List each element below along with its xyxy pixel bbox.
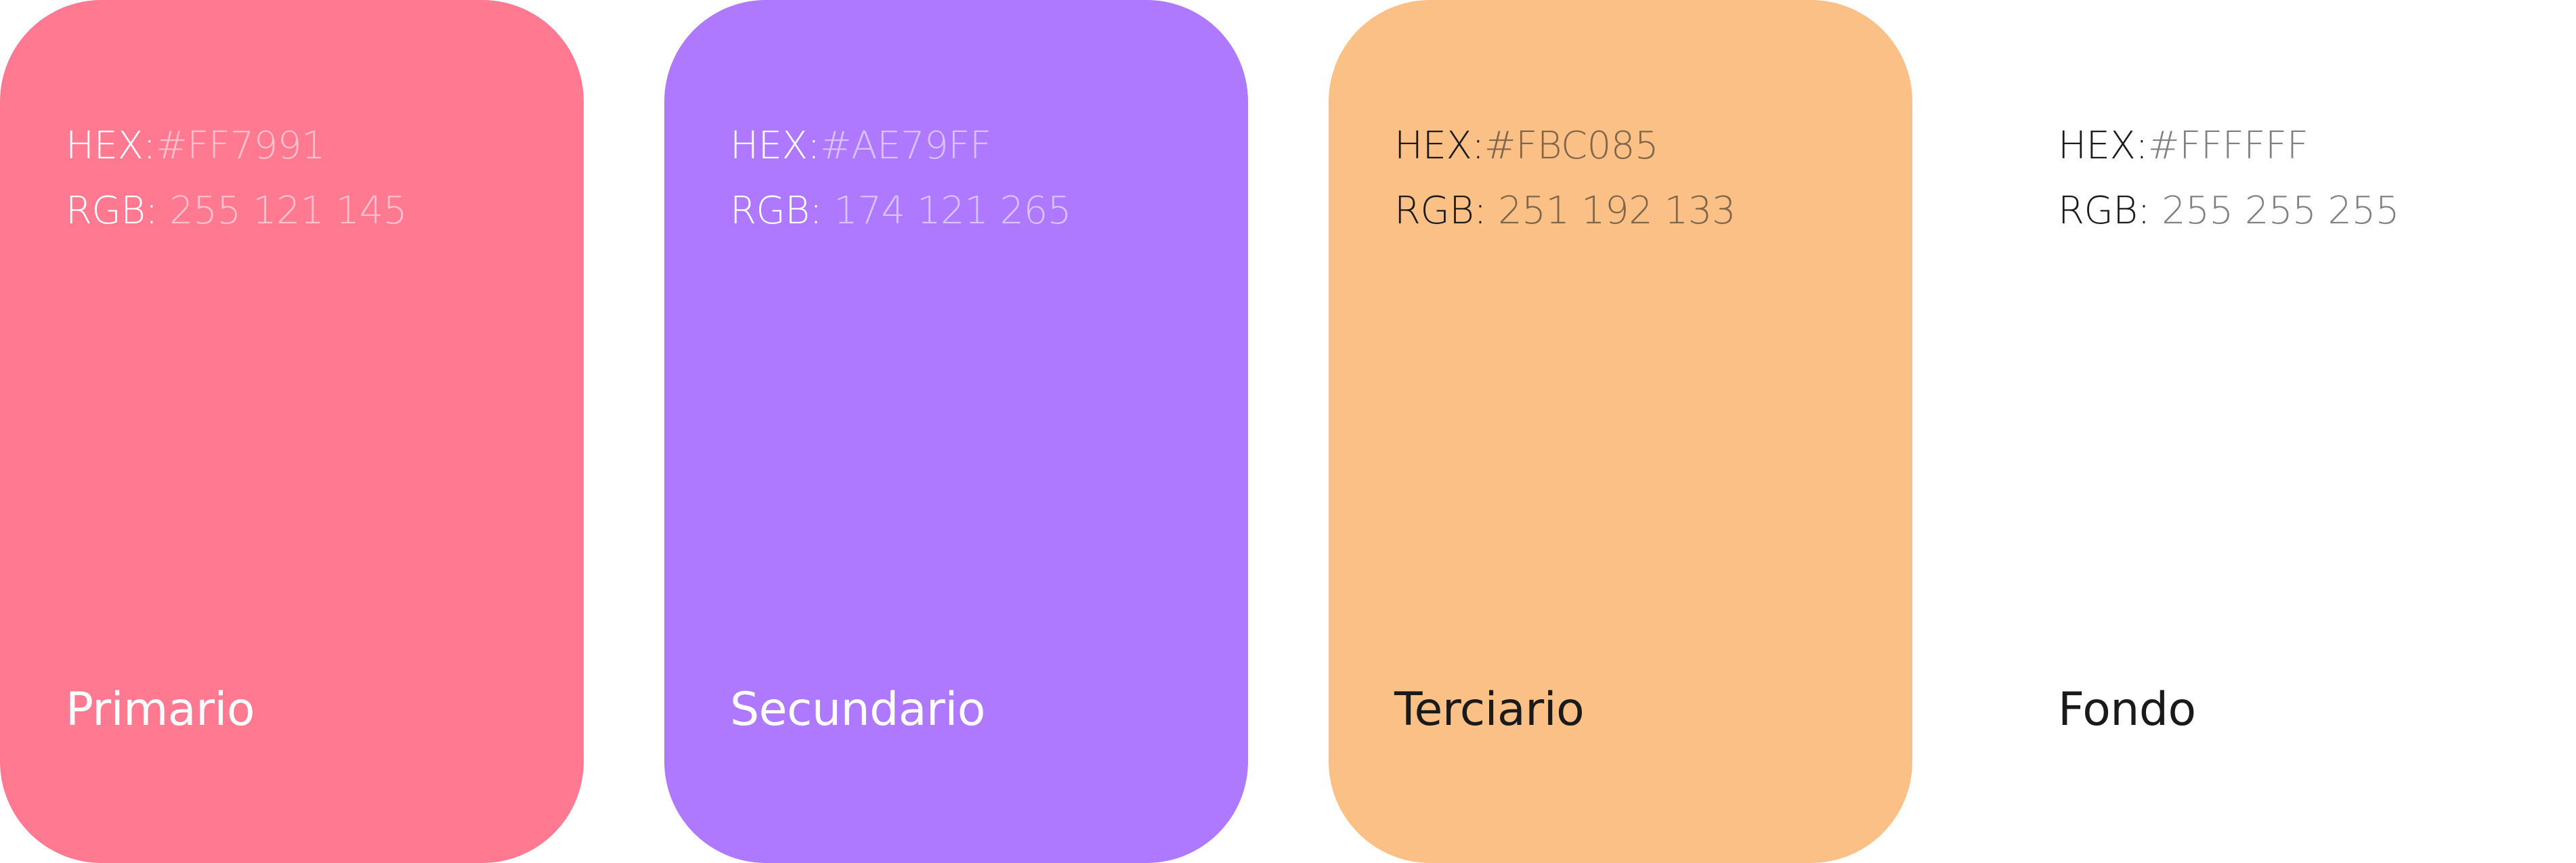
rgb-code: RGB: 251 192 133: [1394, 192, 1736, 230]
swatch-name: Secundario: [730, 683, 985, 736]
swatch-name: Terciario: [1394, 683, 1585, 736]
color-palette: HEX:#FF7991 RGB: 255 121 145 Primario HE…: [0, 0, 2576, 863]
hex-label: HEX:: [1394, 124, 1484, 168]
rgb-code: RGB: 174 121 265: [730, 192, 1071, 230]
hex-label: HEX:: [2058, 124, 2148, 168]
hex-label: HEX:: [66, 124, 156, 168]
rgb-value: 255 255 255: [2149, 189, 2399, 233]
hex-value: #FFFFFF: [2147, 124, 2309, 168]
hex-label: HEX:: [730, 124, 820, 168]
swatch-name: Primario: [66, 683, 255, 736]
rgb-label: RGB:: [730, 189, 822, 233]
rgb-label: RGB:: [66, 189, 158, 233]
swatch-terciario: HEX:#FBC085 RGB: 251 192 133 Terciario: [1329, 0, 1912, 863]
rgb-value: 255 121 145: [157, 189, 407, 233]
swatch-primario: HEX:#FF7991 RGB: 255 121 145 Primario: [0, 0, 584, 863]
hex-value: #FBC085: [1484, 124, 1659, 168]
swatch-secundario: HEX:#AE79FF RGB: 174 121 265 Secundario: [664, 0, 1248, 863]
hex-code: HEX:#FFFFFF: [2058, 124, 2309, 168]
hex-code: HEX:#FF7991: [66, 124, 326, 168]
rgb-label: RGB:: [1394, 189, 1486, 233]
rgb-code: RGB: 255 255 255: [2058, 192, 2399, 230]
rgb-value: 251 192 133: [1486, 189, 1736, 233]
swatch-fondo: HEX:#FFFFFF RGB: 255 255 255 Fondo: [1992, 0, 2576, 863]
swatch-name: Fondo: [2058, 683, 2196, 736]
hex-code: HEX:#FBC085: [1394, 124, 1659, 168]
hex-value: #FF7991: [155, 124, 326, 168]
hex-value: #AE79FF: [819, 124, 991, 168]
rgb-value: 174 121 265: [821, 189, 1071, 233]
rgb-label: RGB:: [2058, 189, 2150, 233]
rgb-code: RGB: 255 121 145: [66, 192, 407, 230]
hex-code: HEX:#AE79FF: [730, 127, 991, 165]
